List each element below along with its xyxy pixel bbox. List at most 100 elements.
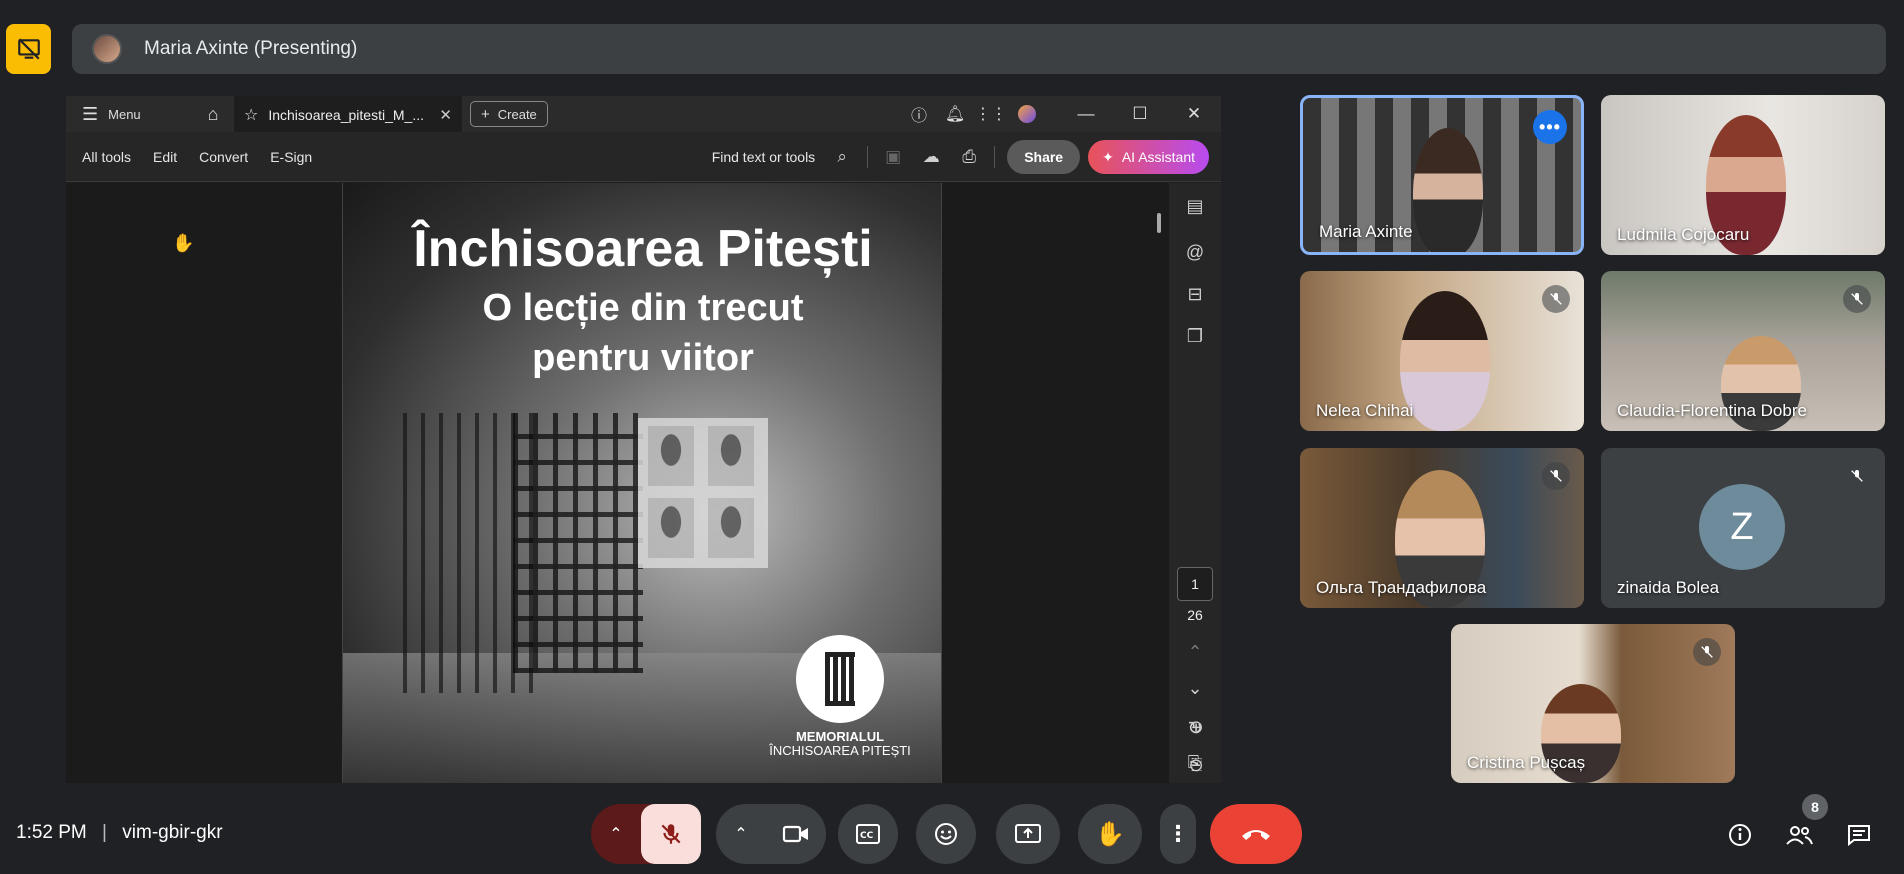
save-icon[interactable]: ▣ [874,138,912,176]
participant-tile[interactable]: ••• Maria Axinte [1300,95,1584,255]
clock-time: 1:52 PM [16,822,87,843]
sign-icon[interactable]: @ [1169,235,1221,269]
acrobat-right-rail: ▤ @ ⊟ ❐ 1 26 ⌃ ⌄ ↻ ⎘ [1169,183,1221,783]
meeting-code: vim-gbir-gkr [122,822,223,843]
muted-icon [1542,285,1570,313]
page-number-input[interactable]: 1 [1177,567,1213,601]
stop-presenting-icon [17,38,40,60]
mic-options-chevron-icon[interactable]: ⌃ [591,804,641,864]
zoom-in-icon[interactable]: ⊕ [1175,712,1217,742]
hang-up-icon [1242,830,1270,840]
home-icon[interactable]: ⌂ [192,96,234,132]
minimize-icon[interactable]: — [1059,96,1113,132]
acrobat-toolbar: All tools Edit Convert E-Sign Find text … [66,132,1221,182]
memorial-logo [796,635,884,723]
participant-name: Cristina Pușcaș [1467,753,1586,772]
meeting-details-icon[interactable] [1723,818,1757,852]
plus-icon: + [481,105,490,123]
logo-text-line2: ÎNCHISOAREA PITEȘTI [769,743,911,758]
participant-video [1413,128,1483,252]
document-tab-title: Inchisoarea_pitesti_M_... [268,107,424,123]
participant-tile[interactable]: Cristina Pușcaș [1451,624,1735,783]
apps-grid-icon[interactable]: ⋮⋮ [973,96,1009,132]
camera-icon [782,825,808,843]
raise-hand-button[interactable]: ✋ [1078,804,1142,864]
captions-icon: CC [856,824,880,844]
ai-assistant-icon: ✦ [1102,148,1114,165]
more-options-icon[interactable]: ••• [1533,110,1567,144]
bell-icon[interactable]: 🔔︎ [937,96,973,132]
document-page: Închisoarea Pitești O lecție din trecut … [342,183,942,783]
print-icon[interactable]: ⎙ [950,138,988,176]
create-label: Create [497,106,537,122]
document-subtitle-line2: pentru viitor [532,337,754,379]
muted-icon [1843,462,1871,490]
document-subtitle: O lecție din trecut pentru viitor [343,283,941,383]
mic-toggle-button[interactable] [641,804,701,864]
separator: | [102,822,107,843]
camera-options-chevron-icon[interactable]: ⌃ [716,804,766,864]
divider [994,146,996,168]
participant-video [1400,291,1490,431]
present-screen-button[interactable] [996,804,1060,864]
reactions-button[interactable] [916,804,976,864]
participant-name: Maria Axinte [1319,222,1413,241]
help-icon[interactable]: ⓘ [901,96,937,132]
create-button[interactable]: + Create [470,101,548,127]
comment-panel-icon[interactable]: ▤ [1169,189,1221,223]
page-down-icon[interactable]: ⌄ [1169,671,1221,705]
tool-convert[interactable]: Convert [199,149,248,165]
close-tab-icon[interactable]: ✕ [439,106,452,124]
document-tab[interactable]: ☆ Inchisoarea_pitesti_M_... ✕ [234,96,462,132]
more-vert-icon: ⋮ [1167,821,1189,846]
pages-icon[interactable]: ❐ [1169,319,1221,353]
leave-call-button[interactable] [1210,804,1302,864]
chat-icon[interactable] [1842,818,1876,852]
presenter-label: Maria Axinte (Presenting) [144,38,358,59]
maximize-icon[interactable]: ☐ [1113,96,1167,132]
star-icon[interactable]: ☆ [244,105,258,125]
zoom-out-icon[interactable]: ⊖ [1175,750,1217,780]
participant-name: Claudia-Florentina Dobre [1617,401,1807,420]
participant-name: Nelea Chihai [1316,401,1414,420]
page-up-icon[interactable]: ⌃ [1169,635,1221,669]
scrollbar-thumb[interactable] [1157,213,1161,233]
share-button[interactable]: Share [1007,140,1081,174]
participant-tile[interactable]: Claudia-Florentina Dobre [1601,271,1885,431]
tool-all-tools[interactable]: All tools [82,149,131,165]
camera-control: ⌃ [716,804,826,864]
document-canvas[interactable]: ✋ Închisoarea Pitești O lecție din trecu… [66,183,1169,783]
acrobat-tab-bar: ☰ Menu ⌂ ☆ Inchisoarea_pitesti_M_... ✕ +… [66,96,1221,132]
participant-tile[interactable]: Ольга Трандафилова [1300,448,1584,608]
more-options-button[interactable]: ⋮ [1160,804,1196,864]
ai-assistant-button[interactable]: ✦ AI Assistant [1088,140,1209,174]
present-screen-icon [1015,824,1041,843]
tool-edit[interactable]: Edit [153,149,177,165]
raise-hand-icon: ✋ [1095,820,1125,848]
cloud-upload-icon[interactable]: ☁ [912,138,950,176]
document-title: Închisoarea Pitești [413,220,873,278]
bookmark-icon[interactable]: ⊟ [1169,277,1221,311]
tool-esign[interactable]: E-Sign [270,149,312,165]
page-cell-door [513,413,643,673]
search-icon[interactable]: ⌕ [823,138,861,176]
people-count-badge: 8 [1802,794,1828,820]
logo-text-line1: MEMORIALUL [795,729,885,744]
people-icon[interactable] [1782,818,1816,852]
participant-name: zinaida Bolea [1617,578,1720,597]
hand-cursor-icon: ✋ [172,233,195,253]
participant-tile[interactable]: Ludmila Cojocaru [1601,95,1885,255]
menu-label: Menu [108,106,141,122]
profile-avatar-icon[interactable] [1009,96,1045,132]
muted-icon [1542,462,1570,490]
participant-tile[interactable]: Nelea Chihai [1300,271,1584,431]
stop-presenting-button[interactable] [6,24,51,74]
captions-button[interactable]: CC [838,804,898,864]
find-label[interactable]: Find text or tools [712,149,816,165]
ai-assistant-label: AI Assistant [1121,149,1195,165]
close-window-icon[interactable]: ✕ [1167,96,1221,132]
menu-button[interactable]: ☰ Menu [66,96,192,132]
microphone-control: ⌃ [591,804,701,864]
camera-toggle-button[interactable] [766,804,826,864]
participant-tile[interactable]: Z zinaida Bolea [1601,448,1885,608]
